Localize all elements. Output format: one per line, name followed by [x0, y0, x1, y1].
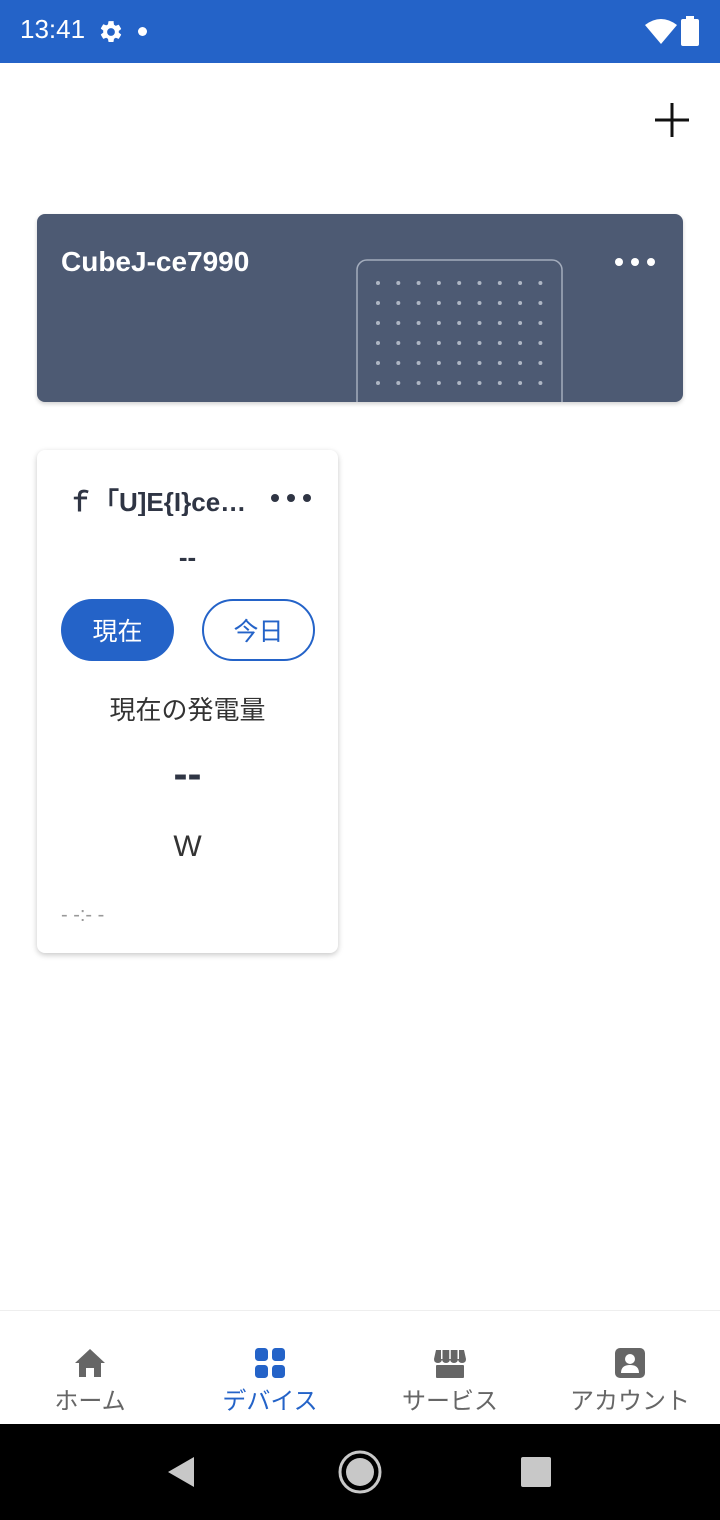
widget-status-value: -- — [178, 542, 197, 572]
status-bar: 13:41 — [0, 0, 720, 63]
nav-item-home[interactable]: ホーム — [0, 1311, 180, 1425]
nav-label-services: サービス — [402, 1387, 498, 1415]
updated-time: - -:- - — [61, 904, 105, 926]
home-icon — [75, 1349, 105, 1377]
battery-icon — [681, 16, 699, 46]
nav-label-home: ホーム — [54, 1387, 126, 1415]
more-horizontal-icon[interactable] — [613, 252, 657, 272]
wifi-icon — [645, 19, 677, 44]
device-panel-illustration — [356, 259, 563, 402]
generation-widget-card[interactable]: ｆ「U]E{I}ce… -- 現在 今日 現在の発電量 -- W - -:- - — [37, 450, 338, 953]
system-nav-bar — [0, 1424, 720, 1520]
account-icon — [615, 1348, 645, 1378]
screen: 13:41 CubeJ-ce7990 ｆ「U]E{I}ce… -- 現在 今日 … — [0, 0, 720, 1520]
gear-icon — [100, 21, 122, 42]
store-icon — [434, 1350, 466, 1378]
home-circle-icon[interactable] — [336, 1448, 384, 1496]
device-name: CubeJ-ce7990 — [61, 246, 250, 277]
more-horizontal-icon[interactable] — [269, 488, 313, 508]
bottom-nav: ホーム デバイス サービス アカウント — [0, 1310, 720, 1424]
nav-label-devices: デバイス — [222, 1387, 318, 1415]
back-icon[interactable] — [166, 1455, 198, 1489]
plus-icon — [655, 103, 689, 137]
grid-icon — [255, 1348, 285, 1378]
add-button[interactable] — [650, 98, 694, 142]
segment-current-button[interactable]: 現在 — [61, 599, 174, 661]
segment-today-button[interactable]: 今日 — [202, 599, 315, 661]
notification-dot — [138, 27, 147, 36]
nav-item-devices[interactable]: デバイス — [180, 1311, 360, 1425]
metric-label: 現在の発電量 — [109, 696, 266, 726]
widget-title: ｆ「U]E{I}ce… — [67, 487, 247, 516]
recents-icon[interactable] — [520, 1456, 552, 1488]
device-card[interactable]: CubeJ-ce7990 — [37, 214, 683, 402]
metric-value: -- — [173, 750, 202, 797]
nav-item-account[interactable]: アカウント — [540, 1311, 720, 1425]
status-time: 13:41 — [20, 14, 86, 44]
nav-label-account: アカウント — [570, 1387, 690, 1415]
nav-item-services[interactable]: サービス — [360, 1311, 540, 1425]
metric-unit: W — [173, 830, 202, 863]
